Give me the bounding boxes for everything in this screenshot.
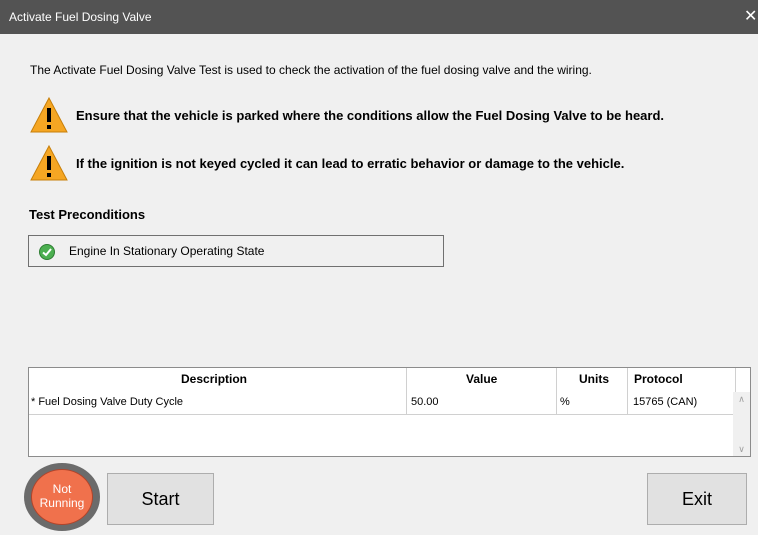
warning-text: Ensure that the vehicle is parked where … xyxy=(76,108,665,123)
column-header-value[interactable]: Value xyxy=(466,372,497,386)
column-header-units[interactable]: Units xyxy=(579,372,609,386)
column-divider xyxy=(627,368,628,414)
parameters-grid: Description Value Units Protocol * Fuel … xyxy=(28,367,751,457)
close-icon[interactable]: ✕ xyxy=(744,0,758,34)
table-cell-description: * Fuel Dosing Valve Duty Cycle xyxy=(31,396,184,408)
title-bar: Activate Fuel Dosing Valve ✕ xyxy=(0,0,758,34)
warning-text: If the ignition is not keyed cycled it c… xyxy=(76,156,625,171)
table-cell-units: % xyxy=(560,396,570,408)
column-header-description[interactable]: Description xyxy=(181,372,247,386)
status-line1: Not xyxy=(52,482,72,496)
status-indicator: Not Running xyxy=(24,463,100,531)
window-title: Activate Fuel Dosing Valve xyxy=(9,10,152,24)
table-cell-protocol: 15765 (CAN) xyxy=(633,396,698,408)
precondition-label: Engine In Stationary Operating State xyxy=(69,244,265,258)
row-divider xyxy=(29,414,735,415)
warning-icon xyxy=(30,144,68,181)
exit-button[interactable]: Exit xyxy=(647,473,747,525)
dialog-window: Activate Fuel Dosing Valve ✕ The Activat… xyxy=(0,0,758,535)
status-line2: Running xyxy=(39,496,85,510)
column-divider xyxy=(406,368,407,414)
start-button[interactable]: Start xyxy=(107,473,214,525)
vertical-scrollbar[interactable]: ∧ ∨ xyxy=(733,392,750,456)
scroll-down-icon[interactable]: ∨ xyxy=(733,442,750,456)
column-divider xyxy=(556,368,557,414)
intro-text: The Activate Fuel Dosing Valve Test is u… xyxy=(30,63,592,77)
column-header-protocol[interactable]: Protocol xyxy=(634,372,683,386)
table-cell-value: 50.00 xyxy=(411,396,439,408)
status-light: Not Running xyxy=(31,469,93,525)
check-icon xyxy=(39,244,55,260)
scroll-up-icon[interactable]: ∧ xyxy=(733,392,750,406)
precondition-item: Engine In Stationary Operating State xyxy=(28,235,444,267)
preconditions-title: Test Preconditions xyxy=(29,207,146,222)
warning-icon xyxy=(30,96,68,133)
